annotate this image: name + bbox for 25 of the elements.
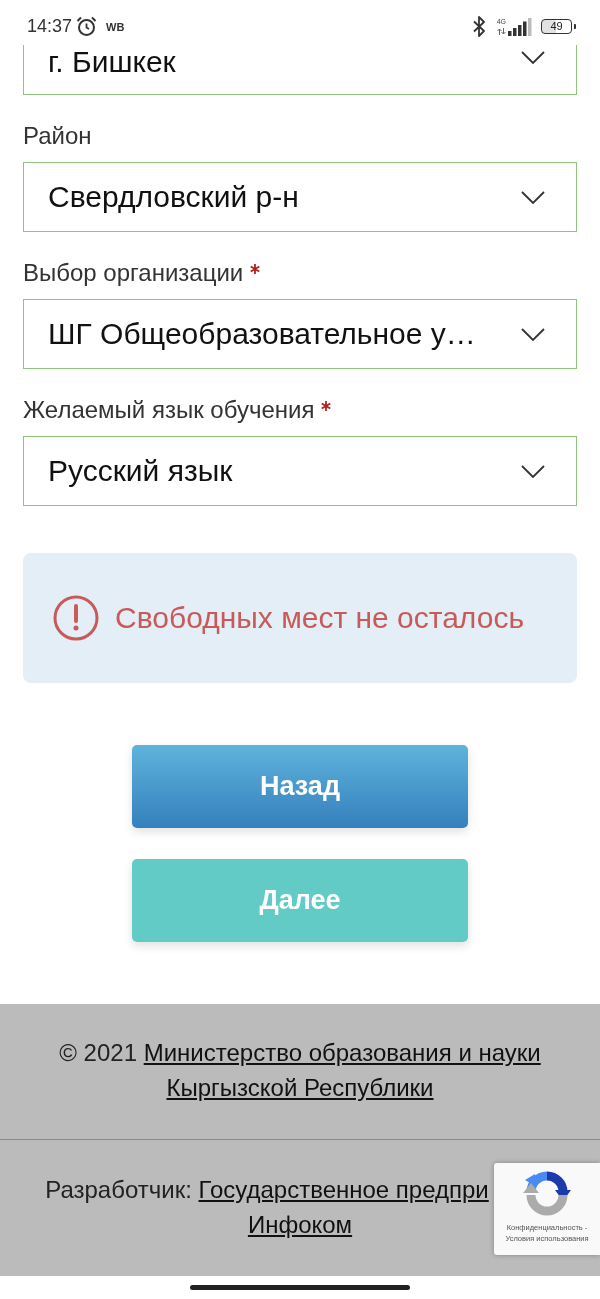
ministry-link[interactable]: Кыргызской Республики <box>166 1074 434 1101</box>
dropdown-select[interactable]: Русский язык <box>23 436 577 506</box>
alert-message: Свободных мест не осталось <box>115 601 525 635</box>
chevron-down-icon <box>521 327 545 341</box>
chevron-down-icon <box>521 51 545 64</box>
dropdown-select[interactable]: ШГ Общеобразовательное у… <box>23 299 577 369</box>
notification-label: WB <box>106 20 125 33</box>
chevron-down-icon <box>521 464 545 478</box>
developer-link[interactable]: Государственное предпри <box>198 1176 489 1203</box>
field-label: Выбор организации <box>23 260 244 286</box>
signal-bars-icon <box>508 17 532 36</box>
dropdown-select[interactable]: Свердловский р-н <box>23 162 577 232</box>
dropdown-select[interactable]: г. Бишкек <box>23 45 577 95</box>
ministry-link[interactable]: Министерство образования и науки <box>143 1039 541 1066</box>
developer-link[interactable]: Инфоком <box>247 1211 353 1238</box>
copyright-text: © 2021 Министерство образования и науки Кыргызской Республики <box>58 1038 542 1103</box>
alarm-clock-icon <box>76 16 98 37</box>
data-arrows-icon <box>496 28 506 35</box>
field-label: Район <box>23 123 92 149</box>
circular-arrows-icon <box>523 1171 571 1217</box>
status-time: 14:37 <box>27 16 73 37</box>
chevron-down-icon <box>521 190 545 204</box>
field-label: Желаемый язык обучения <box>23 397 315 423</box>
bluetooth-icon <box>472 16 485 37</box>
warning-icon <box>53 595 99 641</box>
